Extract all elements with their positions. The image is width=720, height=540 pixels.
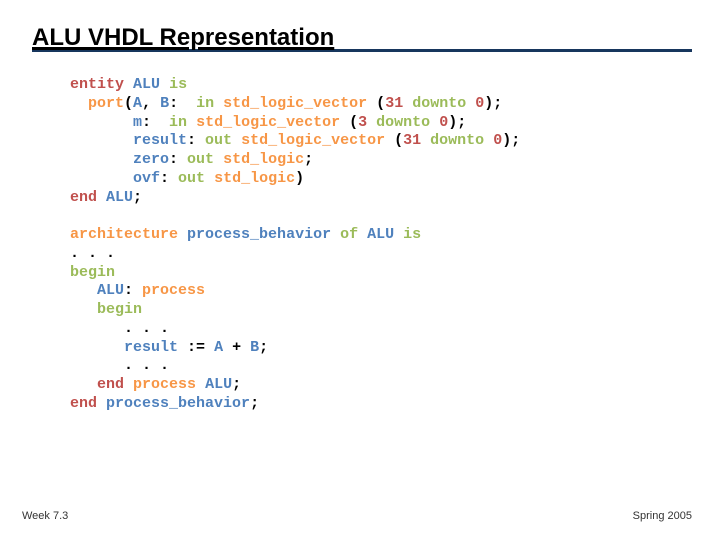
kw-process: process: [133, 376, 196, 393]
type-slv: std_logic_vector: [223, 95, 367, 112]
kw-of: of: [340, 226, 358, 243]
kw-out: out: [178, 170, 205, 187]
content-area: entity ALU is port(A, B: in std_logic_ve…: [0, 52, 720, 414]
num-0: 0: [493, 132, 502, 149]
kw-out: out: [205, 132, 232, 149]
entity-name: ALU: [133, 76, 160, 93]
plus-op: +: [232, 339, 241, 356]
process-label: ALU: [97, 282, 124, 299]
ellipsis: . . .: [124, 320, 169, 337]
vhdl-code-block: entity ALU is port(A, B: in std_logic_ve…: [70, 76, 680, 414]
arch-entity: ALU: [367, 226, 394, 243]
kw-process: process: [142, 282, 205, 299]
kw-begin: begin: [70, 264, 115, 281]
arch-name-end: process_behavior: [106, 395, 250, 412]
ellipsis: . . .: [124, 357, 169, 374]
sig-ovf: ovf: [133, 170, 160, 187]
kw-is: is: [169, 76, 187, 93]
kw-begin: begin: [97, 301, 142, 318]
kw-port: port: [88, 95, 124, 112]
kw-is: is: [403, 226, 421, 243]
assign-op: :=: [187, 339, 205, 356]
entity-name-end: ALU: [106, 189, 133, 206]
kw-end: end: [97, 376, 124, 393]
type-slv: std_logic_vector: [196, 114, 340, 131]
kw-end: end: [70, 395, 97, 412]
type-sl: std_logic: [223, 151, 304, 168]
kw-downto: downto: [430, 132, 484, 149]
stmt-result: result: [124, 339, 178, 356]
kw-end: end: [70, 189, 97, 206]
operand-b: B: [250, 339, 259, 356]
sig-a: A: [133, 95, 142, 112]
kw-out: out: [187, 151, 214, 168]
num-0: 0: [475, 95, 484, 112]
kw-entity: entity: [70, 76, 124, 93]
kw-in: in: [169, 114, 187, 131]
footer: Week 7.3 Spring 2005: [0, 510, 720, 522]
arch-name: process_behavior: [187, 226, 331, 243]
page-title: ALU VHDL Representation: [32, 24, 334, 51]
kw-downto: downto: [376, 114, 430, 131]
sig-m: m: [133, 114, 142, 131]
num-31: 31: [403, 132, 421, 149]
footer-left: Week 7.3: [22, 510, 68, 522]
sig-result: result: [133, 132, 187, 149]
process-label-end: ALU: [205, 376, 232, 393]
operand-a: A: [214, 339, 223, 356]
footer-right: Spring 2005: [633, 510, 692, 522]
type-sl: std_logic: [214, 170, 295, 187]
num-3: 3: [358, 114, 367, 131]
sig-zero: zero: [133, 151, 169, 168]
kw-architecture: architecture: [70, 226, 178, 243]
sig-b: B: [160, 95, 169, 112]
kw-downto: downto: [412, 95, 466, 112]
type-slv: std_logic_vector: [241, 132, 385, 149]
kw-in: in: [196, 95, 214, 112]
num-31: 31: [385, 95, 403, 112]
ellipsis: . . .: [70, 245, 115, 262]
num-0: 0: [439, 114, 448, 131]
